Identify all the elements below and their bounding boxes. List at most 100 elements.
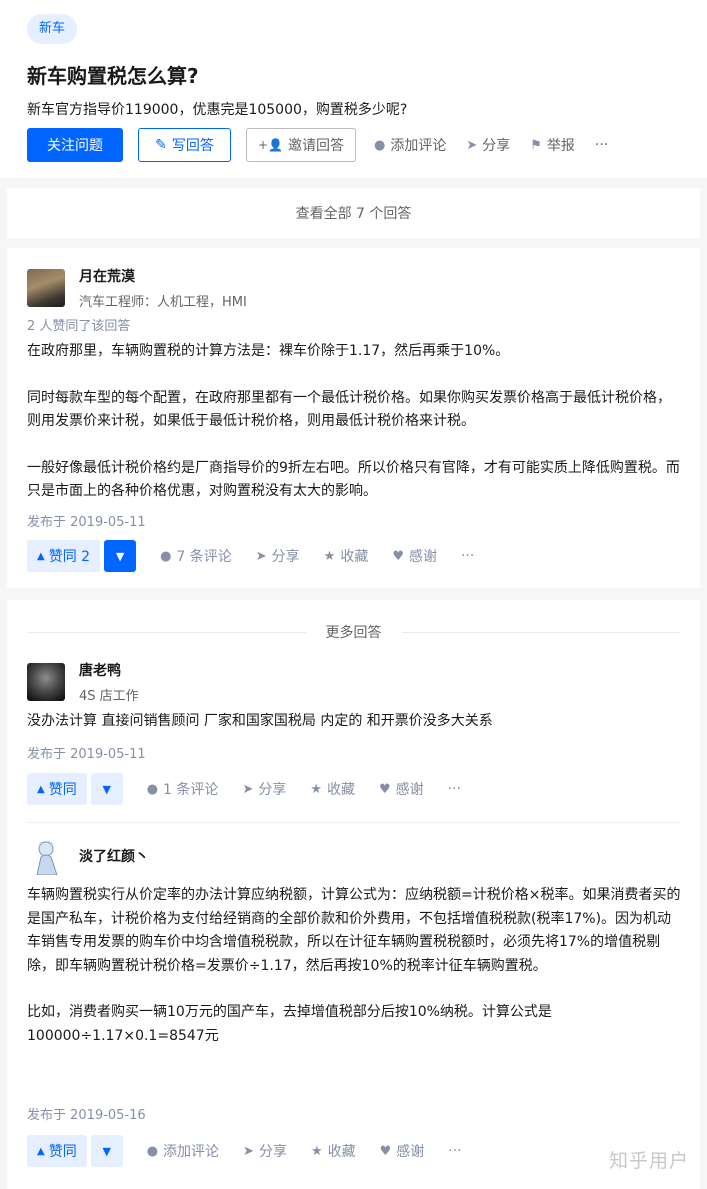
watermark-text: 知乎用户	[608, 1150, 689, 1172]
heart-icon: ♥	[378, 781, 391, 797]
avatar[interactable]	[27, 269, 65, 307]
thanks-button[interactable]: ♥ 感谢	[392, 546, 437, 566]
divider-line	[401, 631, 680, 633]
upvote-label: 赞同 2	[48, 549, 91, 565]
paper-plane-icon: ➤	[466, 137, 478, 153]
author-bio: 4S 店工作	[79, 689, 139, 704]
avatar[interactable]	[27, 663, 65, 701]
comments-label: 7 条评论	[176, 549, 232, 565]
question-more-button[interactable]: ···	[595, 137, 608, 153]
collect-button[interactable]: ★ 收藏	[324, 546, 369, 566]
comment-bubble-icon: ●	[374, 137, 386, 153]
collect-button[interactable]: ★ 收藏	[310, 779, 355, 799]
write-answer-label: 写回答	[171, 138, 214, 154]
heart-icon: ♥	[379, 1143, 392, 1159]
more-answers-divider: 更多回答	[27, 622, 680, 642]
share-question-button[interactable]: ➤ 分享	[466, 135, 510, 155]
report-label: 举报	[546, 138, 575, 154]
author-bio: 汽车工程师：人机工程，HMI	[79, 295, 247, 310]
answer-content: 在政府那里，车辆购置税的计算方法是：裸车价除于1.17，然后再乘于10%。 同时…	[27, 340, 682, 527]
flag-icon: ⚑	[530, 137, 542, 153]
thanks-label: 感谢	[408, 549, 437, 565]
star-icon: ★	[310, 1143, 323, 1159]
share-label: 分享	[258, 1144, 287, 1160]
answer-actions: ▲ 赞同 2 ▼ ● 7 条评论 ➤ 分享 ★ 收藏 ♥ 感谢 ···	[27, 540, 498, 572]
author-name[interactable]: 淡了红颜丶	[79, 846, 149, 866]
star-icon: ★	[310, 781, 322, 797]
comment-bubble-icon: ●	[160, 548, 172, 564]
share-label: 分享	[258, 782, 287, 798]
voters-count[interactable]: 2 人赞同了该回答	[27, 315, 130, 334]
answer-actions: ▲ 赞同 ▼ ● 添加评论 ➤ 分享 ★ 收藏 ♥ 感谢 ···	[27, 1135, 486, 1167]
answer-author: 淡了红颜丶	[27, 837, 149, 875]
paper-plane-icon: ➤	[255, 548, 267, 564]
downvote-button[interactable]: ▼	[90, 773, 123, 805]
triangle-up-icon: ▲	[37, 1145, 45, 1157]
publish-date[interactable]: 发布于 2019-05-11	[27, 743, 146, 762]
invite-answer-label: 邀请回答	[288, 138, 344, 154]
share-button[interactable]: ➤ 分享	[256, 546, 300, 566]
answer-paragraph: 在政府那里，车辆购置税的计算方法是：裸车价除于1.17，然后再乘于10%。	[27, 343, 510, 359]
comments-button[interactable]: ● 7 条评论	[160, 546, 232, 566]
answer-paragraph: 车辆购置税实行从价定率的办法计算应纳税额，计算公式为：应纳税额=计税价格×税率。…	[27, 887, 681, 974]
collect-label: 收藏	[327, 1144, 356, 1160]
comments-button[interactable]: ● 1 条评论	[147, 779, 219, 799]
share-label: 分享	[482, 138, 511, 154]
comment-bubble-icon: ●	[146, 1143, 159, 1159]
triangle-down-icon: ▼	[115, 549, 125, 563]
triangle-down-icon: ▼	[102, 1144, 111, 1158]
answer-content: 车辆购置税实行从价定率的办法计算应纳税额，计算公式为：应纳税额=计税价格×税率。…	[27, 884, 682, 1071]
paper-plane-icon: ➤	[242, 781, 254, 797]
divider-line	[27, 631, 306, 633]
triangle-down-icon: ▼	[102, 782, 111, 796]
thanks-label: 感谢	[396, 1144, 425, 1160]
star-icon: ★	[323, 548, 336, 564]
upvote-button[interactable]: ▲ 赞同	[27, 1135, 87, 1167]
view-all-answers-link[interactable]: 查看全部 7 个回答	[7, 188, 700, 238]
comment-bubble-icon: ●	[146, 781, 159, 797]
collect-button[interactable]: ★ 收藏	[311, 1141, 356, 1161]
invite-answer-button[interactable]: +👤 邀请回答	[246, 128, 356, 162]
write-answer-button[interactable]: ✎ 写回答	[138, 128, 231, 162]
publish-date[interactable]: 发布于 2019-05-11	[27, 511, 146, 530]
question-header: 新车 新车购置税怎么算? 新车官方指导价119000，优惠完是105000，购置…	[0, 0, 707, 178]
anime-avatar-icon	[36, 841, 58, 875]
more-button[interactable]: ···	[448, 1143, 461, 1159]
downvote-button[interactable]: ▼	[104, 540, 137, 572]
more-button[interactable]: ···	[448, 781, 461, 797]
more-button[interactable]: ···	[461, 548, 474, 564]
more-answers-card: 更多回答 唐老鸭 4S 店工作 没办法计算 直接问销售顾问 厂家和国家国税局 内…	[7, 600, 700, 1189]
report-button[interactable]: ⚑ 举报	[530, 135, 575, 155]
answer-author: 唐老鸭 4S 店工作	[27, 660, 139, 704]
avatar[interactable]	[27, 837, 65, 875]
comments-label: 1 条评论	[163, 782, 219, 798]
thanks-button[interactable]: ♥ 感谢	[379, 779, 424, 799]
answer-paragraph: 比如，消费者购买一辆10万元的国产车，去掉增值税部分后按10%纳税。计算公式是1…	[27, 1004, 552, 1044]
triangle-up-icon: ▲	[37, 783, 45, 795]
author-name[interactable]: 唐老鸭	[79, 660, 139, 680]
downvote-button[interactable]: ▼	[90, 1135, 123, 1167]
upvote-button[interactable]: ▲ 赞同	[27, 773, 87, 805]
share-button[interactable]: ➤ 分享	[243, 1141, 287, 1161]
answer-paragraph: 一般好像最低计税价格约是厂商指导价的9折左右吧。所以价格只有官降，才有可能实质上…	[27, 459, 680, 500]
answer-actions: ▲ 赞同 ▼ ● 1 条评论 ➤ 分享 ★ 收藏 ♥ 感谢 ···	[27, 773, 485, 805]
publish-date[interactable]: 发布于 2019-05-16	[27, 1104, 146, 1123]
answer-paragraph: 同时每款车型的每个配置，在政府那里都有一个最低计税价格。如果你购买发票价格高于最…	[27, 389, 671, 430]
add-comment-button[interactable]: ● 添加评论	[147, 1141, 219, 1161]
add-comment-button[interactable]: ● 添加评论	[374, 135, 446, 155]
follow-question-button[interactable]: 关注问题	[27, 128, 123, 162]
thanks-label: 感谢	[395, 782, 424, 798]
comments-label: 添加评论	[163, 1144, 220, 1160]
share-button[interactable]: ➤ 分享	[242, 779, 286, 799]
author-name[interactable]: 月在荒漠	[79, 266, 247, 286]
question-actions: 关注问题 ✎ 写回答 +👤 邀请回答 ● 添加评论 ➤ 分享 ⚑ 举报 ···	[27, 128, 628, 162]
add-comment-label: 添加评论	[390, 138, 447, 154]
upvote-label: 赞同	[48, 1144, 77, 1160]
upvote-button[interactable]: ▲ 赞同 2	[27, 540, 101, 572]
answer-separator	[27, 822, 680, 823]
collect-label: 收藏	[340, 549, 369, 565]
topic-tag[interactable]: 新车	[27, 14, 78, 44]
pencil-icon: ✎	[155, 137, 167, 153]
upvote-label: 赞同	[48, 782, 77, 798]
thanks-button[interactable]: ♥ 感谢	[380, 1141, 425, 1161]
